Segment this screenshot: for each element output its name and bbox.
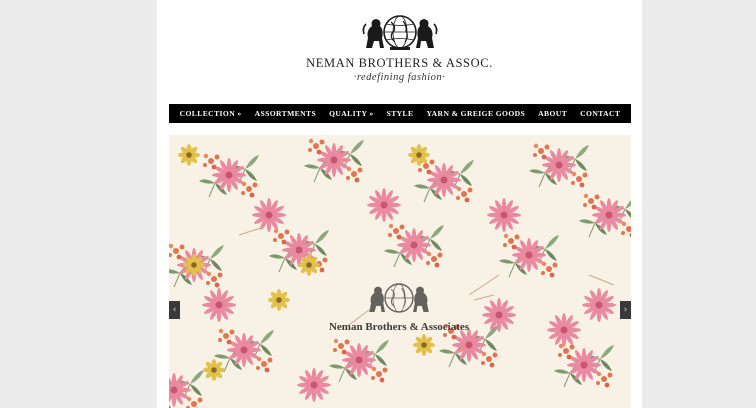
main-navigation: COLLECTION » ASSORTMENTS QUALITY » STYLE… [169, 104, 631, 123]
slider-next-arrow[interactable]: › [620, 301, 631, 319]
slider-prev-arrow[interactable]: ‹ [169, 301, 180, 319]
nav-style[interactable]: STYLE [380, 109, 420, 118]
nav-yarn-greige-goods[interactable]: YARN & GREIGE GOODS [420, 109, 532, 118]
tagline: ·redefining fashion· [353, 72, 446, 83]
globe-lions-emblem-icon [362, 15, 437, 50]
globe-lions-watermark-icon [369, 283, 429, 313]
nav-contact[interactable]: CONTACT [574, 109, 627, 118]
floral-fabric-image [169, 135, 631, 408]
nav-assortments[interactable]: ASSORTMENTS [248, 109, 323, 118]
slide-watermark: Neman Brothers & Associates [309, 280, 489, 333]
page-container: NEMAN BROTHERS & ASSOC. ·redefining fash… [157, 0, 642, 408]
nav-quality[interactable]: QUALITY » [323, 109, 380, 118]
brand-name: NEMAN BROTHERS & ASSOC. [306, 56, 493, 70]
hero-slider: ‹ › Neman Brothers & Associates [169, 135, 631, 408]
nav-about[interactable]: ABOUT [532, 109, 574, 118]
nav-collection[interactable]: COLLECTION » [173, 109, 248, 118]
site-logo[interactable]: NEMAN BROTHERS & ASSOC. ·redefining fash… [157, 12, 642, 83]
watermark-text: Neman Brothers & Associates [328, 321, 470, 333]
